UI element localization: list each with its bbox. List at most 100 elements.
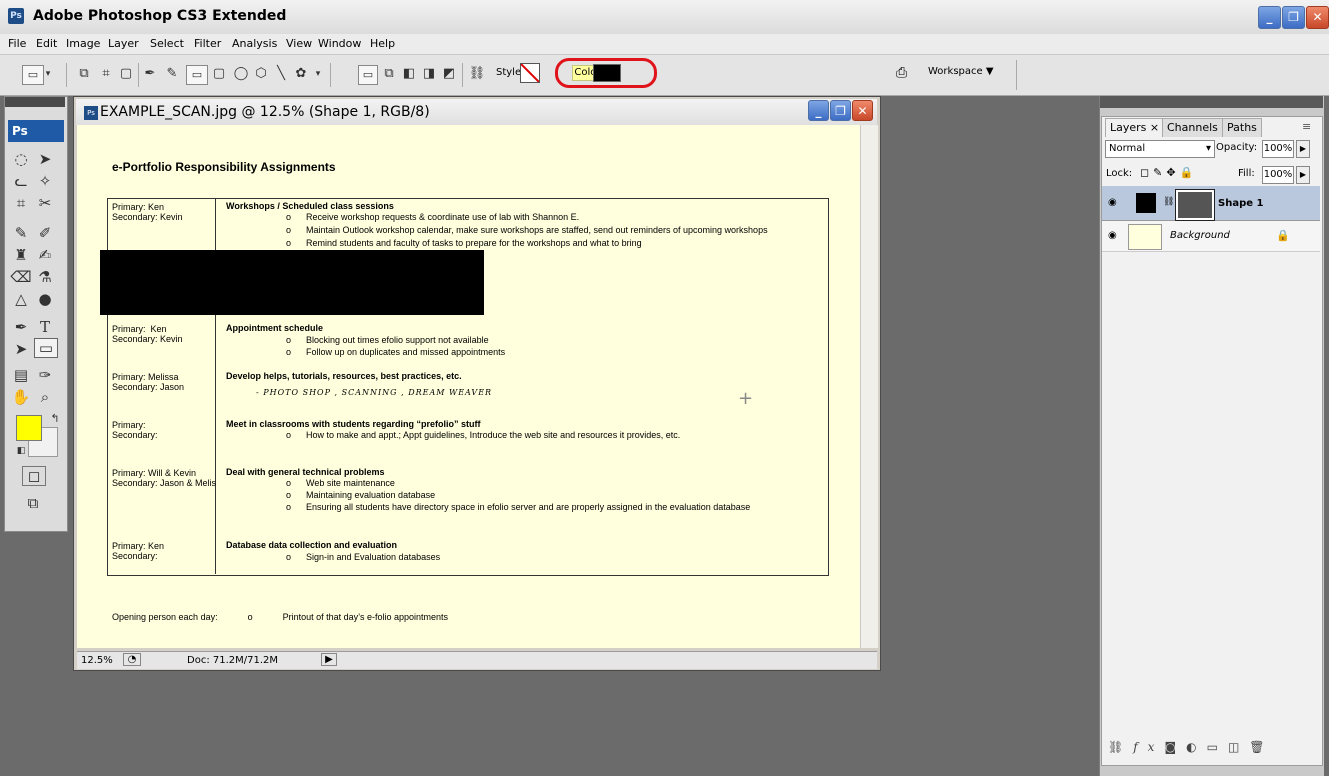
custom-shape-icon[interactable]: ✿: [292, 65, 310, 83]
minimize-button[interactable]: _: [1258, 6, 1281, 29]
tool-preset-picker[interactable]: ▭: [22, 65, 44, 85]
menu-analysis[interactable]: Analysis: [232, 37, 277, 50]
paint-bucket-icon[interactable]: ⚗: [34, 268, 56, 286]
opacity-slider-arrow-icon[interactable]: ▶: [1296, 140, 1310, 158]
new-group-icon[interactable]: ▭: [1207, 740, 1228, 754]
eye-icon[interactable]: ◉: [1108, 230, 1117, 241]
link-layers-icon[interactable]: ⛓: [1108, 740, 1133, 754]
ellipse-icon[interactable]: ◯: [232, 65, 250, 83]
move-tool-icon[interactable]: ➤: [34, 150, 56, 168]
magic-wand-icon[interactable]: ✧: [34, 172, 56, 190]
eyedropper-icon[interactable]: ✑: [34, 366, 56, 384]
menu-filter[interactable]: Filter: [194, 37, 221, 50]
doc-maximize-button[interactable]: ❐: [830, 100, 851, 121]
list-item-text: Ensuring all students have directory spa…: [306, 502, 751, 512]
new-layer-icon[interactable]: ◫: [1228, 740, 1249, 754]
separator: [66, 63, 67, 87]
chevron-down-icon[interactable]: ▾: [312, 65, 324, 83]
path-select-icon[interactable]: ➤: [10, 340, 32, 358]
maximize-button[interactable]: ❐: [1282, 6, 1305, 29]
zoom-tool-icon[interactable]: ⌕: [34, 388, 56, 406]
fill-slider-arrow-icon[interactable]: ▶: [1296, 166, 1310, 184]
pen-tool-icon[interactable]: ✒: [10, 318, 32, 336]
rectangle-tool-icon[interactable]: ▭: [34, 338, 58, 358]
marquee-tool-icon[interactable]: ◌: [10, 150, 32, 168]
row-assignees: Primary: Ken Secondary: Kevin: [112, 202, 183, 222]
doc-minimize-button[interactable]: _: [808, 100, 829, 121]
brush-tool-icon[interactable]: ✐: [34, 224, 56, 242]
stamp-tool-icon[interactable]: ♜: [10, 246, 32, 264]
opacity-input[interactable]: 100%: [1262, 140, 1294, 158]
menu-edit[interactable]: Edit: [36, 37, 57, 50]
lock-options-icon[interactable]: ◻✎✥🔒: [1140, 166, 1197, 179]
notes-tool-icon[interactable]: ▤: [10, 366, 32, 384]
panel-menu-icon[interactable]: ≡: [1302, 120, 1311, 133]
adjustment-layer-icon[interactable]: ◐: [1186, 740, 1206, 754]
healing-brush-icon[interactable]: ✎: [10, 224, 32, 242]
doc-close-button[interactable]: ✕: [852, 100, 873, 121]
polygon-icon[interactable]: ⬡: [252, 65, 270, 83]
lasso-tool-icon[interactable]: ᓚ: [10, 172, 32, 190]
menu-image[interactable]: Image: [66, 37, 100, 50]
panel-dock-header[interactable]: [1100, 96, 1323, 108]
zoom-level[interactable]: 12.5%: [81, 655, 113, 666]
freeform-pen-icon[interactable]: ✎: [164, 65, 180, 83]
fill-pixels-icon[interactable]: ▢: [118, 65, 134, 83]
redaction-shape[interactable]: [100, 250, 484, 315]
swap-colors-icon[interactable]: ↰: [44, 412, 66, 425]
shape-layers-icon[interactable]: ⧉: [74, 65, 94, 83]
tab-channels[interactable]: Channels: [1162, 118, 1223, 137]
new-shape-layer-icon[interactable]: ▭: [358, 65, 378, 85]
layer-style-icon[interactable]: fx: [1133, 740, 1164, 754]
fill-input[interactable]: 100%: [1262, 166, 1294, 184]
workspace-button[interactable]: Workspace ▼: [928, 66, 994, 77]
status-options-icon[interactable]: ◔: [123, 653, 141, 666]
style-picker[interactable]: [520, 63, 540, 83]
close-button[interactable]: ✕: [1306, 6, 1329, 29]
dodge-tool-icon[interactable]: ●: [34, 290, 56, 308]
add-to-shape-icon[interactable]: ⧉: [380, 65, 398, 83]
menu-bar: File Edit Image Layer Select Filter Anal…: [0, 34, 1329, 55]
intersect-shape-icon[interactable]: ◨: [420, 65, 438, 83]
toolbox-header[interactable]: [5, 97, 65, 107]
default-colors-icon[interactable]: ◧: [10, 446, 32, 456]
menu-file[interactable]: File: [8, 37, 26, 50]
subtract-shape-icon[interactable]: ◧: [400, 65, 418, 83]
crop-tool-icon[interactable]: ⌗: [10, 194, 32, 212]
rectangle-shape-icon[interactable]: ▭: [186, 65, 208, 85]
exclude-shape-icon[interactable]: ◩: [440, 65, 458, 83]
pen-tool-icon[interactable]: ✒: [142, 65, 158, 83]
history-brush-icon[interactable]: ✍: [34, 246, 56, 264]
foreground-color-swatch[interactable]: [16, 415, 42, 441]
lock-icon: 🔒: [1276, 229, 1290, 242]
photoshop-app-icon: Ps: [8, 8, 24, 24]
tab-paths[interactable]: Paths: [1222, 118, 1262, 137]
line-icon[interactable]: ╲: [272, 65, 290, 83]
menu-window[interactable]: Window: [318, 37, 361, 50]
screen-mode-icon[interactable]: ⧉: [22, 494, 44, 512]
vertical-scrollbar[interactable]: [860, 125, 878, 648]
color-swatch[interactable]: [593, 64, 621, 82]
type-tool-icon[interactable]: T: [34, 318, 56, 336]
blend-mode-select[interactable]: Normal ▾: [1105, 140, 1215, 158]
menu-layer[interactable]: Layer: [108, 37, 139, 50]
slice-tool-icon[interactable]: ✂: [34, 194, 56, 212]
menu-help[interactable]: Help: [370, 37, 395, 50]
eye-icon[interactable]: ◉: [1108, 197, 1117, 208]
status-menu-arrow-icon[interactable]: ▶: [321, 653, 337, 666]
hand-tool-icon[interactable]: ✋: [10, 388, 32, 406]
rounded-rect-icon[interactable]: ▢: [210, 65, 228, 83]
file-browser-icon[interactable]: ⎙: [896, 65, 907, 81]
photoshop-doc-icon: Ps: [84, 106, 98, 120]
blur-tool-icon[interactable]: △: [10, 290, 32, 308]
menu-select[interactable]: Select: [150, 37, 184, 50]
quick-mask-icon[interactable]: ◻: [22, 466, 46, 486]
paths-icon[interactable]: ⌗: [96, 65, 116, 83]
tab-layers[interactable]: Layers ×: [1105, 118, 1165, 137]
add-mask-icon[interactable]: ◙: [1164, 740, 1186, 754]
menu-view[interactable]: View: [286, 37, 312, 50]
eraser-tool-icon[interactable]: ⌫: [10, 268, 32, 286]
trash-icon[interactable]: 🗑: [1249, 740, 1274, 754]
link-icon[interactable]: ⛓: [468, 65, 486, 83]
chevron-down-icon[interactable]: ▾: [42, 65, 54, 83]
